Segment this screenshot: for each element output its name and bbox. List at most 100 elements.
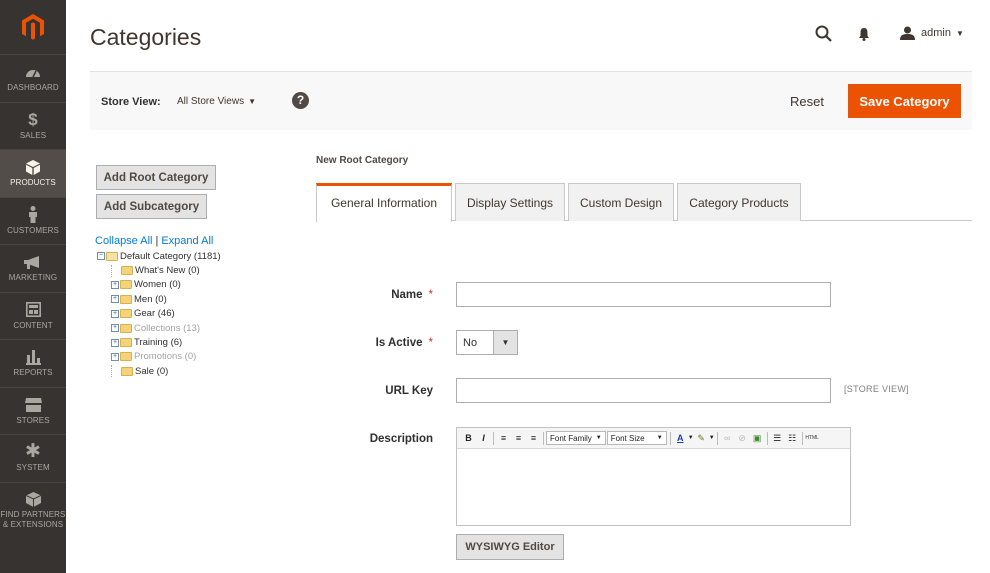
add-root-category-button[interactable]: Add Root Category <box>96 165 216 190</box>
folder-icon <box>121 366 133 376</box>
is-active-select[interactable]: No ▼ <box>456 330 518 355</box>
sidebar-item-bar-chart[interactable]: REPORTS <box>0 339 66 387</box>
box-icon <box>25 490 41 508</box>
tree-node[interactable]: + Gear (46) <box>97 307 221 321</box>
tree-node[interactable]: + Training (6) <box>97 335 221 349</box>
text-color-icon[interactable]: A <box>673 431 688 446</box>
gear-icon: ✱ <box>25 441 41 463</box>
help-icon[interactable]: ? <box>292 92 309 109</box>
description-label: Description <box>369 433 433 445</box>
store-view-label: Store View: <box>101 96 161 108</box>
tree-connector <box>111 264 120 277</box>
name-input[interactable] <box>456 282 831 307</box>
sidebar-item-box[interactable]: FIND PARTNERS & EXTENSIONS <box>0 481 66 538</box>
admin-sidebar: DASHBOARD $ SALES PRODUCTS CUSTOMERS MARKETIN… <box>0 0 66 573</box>
expand-node-icon[interactable]: + <box>111 280 119 289</box>
magento-logo-icon[interactable] <box>0 0 66 54</box>
description-editor: B I ≡ ≡ ≡ Font Family ▼ Font Size ▼ A ▼ ✎ … <box>456 427 851 526</box>
reset-button[interactable]: Reset <box>790 94 824 109</box>
store-view-switcher[interactable]: All Store Views ▼ <box>177 96 256 107</box>
chevron-down-icon[interactable]: ▼ <box>709 435 715 441</box>
tree-controls: Collapse All | Expand All <box>95 235 213 247</box>
sidebar-item-label: MARKETING <box>8 273 58 283</box>
is-active-label: Is Active * <box>375 337 433 349</box>
tab-category-products[interactable]: Category Products <box>677 183 801 221</box>
sidebar-item-label: FIND PARTNERS & EXTENSIONS <box>0 510 66 529</box>
expand-node-icon[interactable]: + <box>111 295 119 304</box>
wysiwyg-editor-button[interactable]: WYSIWYG Editor <box>456 534 564 560</box>
expand-node-icon[interactable]: + <box>111 338 119 347</box>
align-left-icon[interactable]: ≡ <box>496 431 511 446</box>
bold-icon[interactable]: B <box>461 431 476 446</box>
admin-user-menu[interactable]: admin ▼ <box>900 26 964 40</box>
sidebar-item-gear[interactable]: ✱ SYSTEM <box>0 434 66 482</box>
tree-node[interactable]: + Promotions (0) <box>97 350 221 364</box>
unlink-icon[interactable]: ⊘ <box>735 431 750 446</box>
tree-connector <box>111 365 120 378</box>
font-family-select[interactable]: Font Family ▼ <box>546 431 606 445</box>
tree-node[interactable]: Sale (0) <box>97 364 221 378</box>
bullet-list-icon[interactable]: ☰ <box>770 431 785 446</box>
chevron-down-icon: ▼ <box>493 331 517 354</box>
tree-node-label: What's New (0) <box>135 265 200 277</box>
tree-node-label: Default Category (1181) <box>120 250 221 262</box>
folder-icon <box>121 266 133 276</box>
notification-bell-icon[interactable] <box>858 27 870 46</box>
expand-node-icon[interactable]: + <box>111 309 119 318</box>
image-icon[interactable]: ▣ <box>750 431 765 446</box>
highlight-color-icon[interactable]: ✎ <box>694 431 709 446</box>
expand-all-link[interactable]: Expand All <box>161 235 213 247</box>
tree-node[interactable]: What's New (0) <box>97 263 221 277</box>
tree-node-label: Collections (13) <box>134 322 200 334</box>
tree-node[interactable]: + Men (0) <box>97 292 221 306</box>
scope-label: [STORE VIEW] <box>844 384 909 394</box>
sidebar-item-dollar[interactable]: $ SALES <box>0 101 66 150</box>
name-label: Name * <box>391 289 433 301</box>
sidebar-item-label: REPORTS <box>13 368 53 378</box>
tree-node-root[interactable]: − Default Category (1181) <box>97 249 221 263</box>
html-source-icon[interactable]: HTML <box>805 431 820 446</box>
tab-display-settings[interactable]: Display Settings <box>455 183 565 221</box>
align-right-icon[interactable]: ≡ <box>526 431 541 446</box>
folder-open-icon <box>106 251 118 261</box>
sidebar-item-label: CUSTOMERS <box>7 225 59 235</box>
toolbar-separator <box>493 431 494 445</box>
sidebar-item-label: PRODUCTS <box>10 178 56 188</box>
tab-general-information[interactable]: General Information <box>316 183 452 222</box>
expand-node-icon[interactable]: + <box>111 324 119 333</box>
tree-node[interactable]: + Collections (13) <box>97 321 221 335</box>
italic-icon[interactable]: I <box>476 431 491 446</box>
page-actions-bar: Store View: All Store Views ▼ ? Reset Sav… <box>90 71 972 130</box>
sidebar-item-store[interactable]: STORES <box>0 386 66 435</box>
collapse-all-link[interactable]: Collapse All <box>95 235 152 247</box>
sidebar-item-label: SYSTEM <box>16 463 50 473</box>
category-tree: − Default Category (1181) What's New (0)… <box>97 249 221 379</box>
url-key-label: URL Key <box>385 385 433 397</box>
folder-icon <box>120 338 132 348</box>
font-size-select[interactable]: Font Size ▼ <box>606 431 667 445</box>
sidebar-item-dashboard[interactable]: DASHBOARD <box>0 54 66 102</box>
tree-node-label: Men (0) <box>134 293 167 305</box>
search-icon[interactable] <box>815 25 832 47</box>
tree-node-label: Women (0) <box>134 279 181 291</box>
save-category-button[interactable]: Save Category <box>848 84 961 118</box>
sidebar-item-person[interactable]: CUSTOMERS <box>0 196 66 245</box>
add-subcategory-button[interactable]: Add Subcategory <box>96 194 207 219</box>
megaphone-icon <box>24 253 42 271</box>
tree-node[interactable]: + Women (0) <box>97 278 221 292</box>
collapse-node-icon[interactable]: − <box>97 252 105 261</box>
url-key-input[interactable] <box>456 378 831 403</box>
sidebar-item-layout[interactable]: CONTENT <box>0 291 66 340</box>
person-icon <box>28 206 38 224</box>
numbered-list-icon[interactable]: ☷ <box>785 431 800 446</box>
sidebar-item-megaphone[interactable]: MARKETING <box>0 244 66 292</box>
expand-node-icon[interactable]: + <box>111 352 119 361</box>
tab-custom-design[interactable]: Custom Design <box>568 183 674 221</box>
required-marker: * <box>428 337 433 349</box>
sidebar-item-label: SALES <box>19 130 47 140</box>
align-center-icon[interactable]: ≡ <box>511 431 526 446</box>
sidebar-item-cube[interactable]: PRODUCTS <box>0 149 66 197</box>
tree-node-label: Promotions (0) <box>134 351 197 363</box>
link-icon[interactable]: ∞ <box>720 431 735 446</box>
description-textarea[interactable] <box>457 449 850 526</box>
